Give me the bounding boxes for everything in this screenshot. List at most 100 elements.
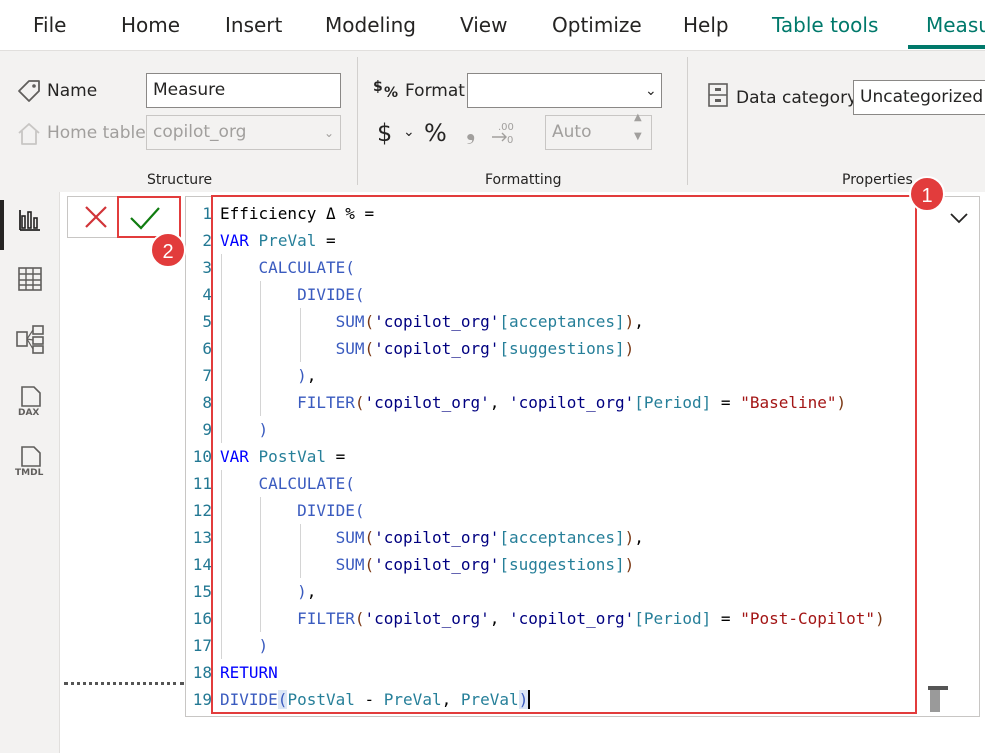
measure-name: Efficiency Δ % =	[220, 204, 375, 223]
home-table-select[interactable]: copilot_org	[146, 115, 341, 150]
line-number: 17	[192, 636, 212, 655]
report-view-icon[interactable]	[14, 204, 46, 236]
variable-name: PostVal	[287, 690, 355, 709]
line-number: 15	[192, 582, 212, 601]
tmdl-view-icon[interactable]: TMDL	[14, 444, 46, 478]
code-line: CALCULATE(	[258, 258, 355, 277]
svg-text:0: 0	[507, 135, 513, 145]
column-ref: [acceptances]	[499, 312, 625, 331]
string-literal: "Post-Copilot"	[740, 609, 876, 628]
function-name: SUM	[335, 339, 365, 358]
line-number: 3	[202, 258, 212, 277]
line-number: 19	[192, 690, 212, 709]
code-line: Efficiency Δ % =	[220, 204, 374, 223]
menu-optimize[interactable]: Optimize	[552, 13, 642, 37]
table-view-icon[interactable]	[14, 263, 46, 295]
dotted-divider	[64, 682, 184, 685]
chevron-down-icon: ⌄	[324, 126, 335, 140]
resize-handle-icon[interactable]	[928, 686, 948, 712]
code-line: VAR PostVal =	[220, 447, 345, 466]
tmdl-label: TMDL	[15, 468, 44, 478]
data-category-select[interactable]: Uncategorized	[853, 80, 985, 115]
model-view-icon[interactable]	[14, 323, 46, 355]
name-input[interactable]: Measure	[146, 73, 341, 108]
home-table-label: Home table	[47, 123, 146, 143]
menu-insert[interactable]: Insert	[225, 13, 282, 37]
table-ref: 'copilot_org'	[374, 312, 500, 331]
svg-text:$: $	[373, 79, 383, 95]
decrement-icon[interactable]: ▼	[634, 131, 642, 142]
code-line: FILTER('copilot_org', 'copilot_org'[Peri…	[297, 393, 847, 412]
column-ref: [suggestions]	[499, 555, 625, 574]
function-name: CALCULATE	[258, 258, 346, 277]
code-line: VAR PreVal =	[220, 231, 336, 250]
function-name: SUM	[335, 312, 365, 331]
code-line: RETURN	[220, 663, 278, 682]
line-number: 14	[192, 555, 212, 574]
cancel-button[interactable]	[68, 197, 124, 237]
collapse-formula-bar-icon[interactable]	[948, 210, 970, 229]
line-number: 10	[192, 447, 212, 466]
line-number: 6	[202, 339, 212, 358]
table-ref: 'copilot_org'	[374, 339, 500, 358]
comma-style-button[interactable]: ❟	[466, 117, 475, 145]
line-number: 18	[192, 663, 212, 682]
function-name: DIVIDE	[297, 501, 355, 520]
function-name: FILTER	[297, 393, 355, 412]
string-literal: "Baseline"	[740, 393, 837, 412]
line-number: 1	[202, 204, 212, 223]
menu-measure-tools[interactable]: Measu	[926, 13, 985, 37]
table-ref: 'copilot_org'	[509, 393, 635, 412]
menu-bar: File Home Insert Modeling View Optimize …	[0, 0, 985, 50]
menu-view[interactable]: View	[460, 13, 507, 37]
code-line: SUM('copilot_org'[acceptances]),	[335, 312, 644, 331]
code-line: )	[258, 420, 269, 439]
code-line: SUM('copilot_org'[suggestions])	[335, 339, 635, 358]
code-line: SUM('copilot_org'[suggestions])	[335, 555, 635, 574]
column-ref: [Period]	[634, 393, 712, 412]
code-line: SUM('copilot_org'[acceptances]),	[335, 528, 644, 547]
code-line: CALCULATE(	[258, 474, 355, 493]
increment-icon[interactable]: ▲	[634, 112, 642, 123]
callout-badge-2: 2	[150, 232, 186, 268]
dax-query-view-icon[interactable]: DAX	[14, 384, 46, 418]
menu-modeling[interactable]: Modeling	[325, 13, 416, 37]
code-line: DIVIDE(	[297, 501, 365, 520]
active-view-indicator	[0, 200, 4, 250]
name-label: Name	[47, 81, 98, 101]
function-name: DIVIDE	[220, 690, 278, 709]
table-ref: 'copilot_org'	[374, 555, 500, 574]
variable-name: PostVal	[258, 447, 326, 466]
svg-text:%: %	[384, 85, 398, 101]
menu-home[interactable]: Home	[121, 13, 180, 37]
format-icon: $%	[372, 77, 400, 107]
formatting-group-label: Formatting	[485, 172, 562, 188]
view-sidebar: DAX TMDL	[0, 192, 60, 753]
format-label: Format	[405, 81, 465, 101]
line-number: 9	[202, 420, 212, 439]
decrease-decimal-icon[interactable]: .00 0	[490, 119, 518, 149]
percent-button[interactable]: %	[424, 119, 447, 147]
function-name: DIVIDE	[297, 285, 355, 304]
function-name: SUM	[335, 528, 365, 547]
line-number: 2	[202, 231, 212, 250]
svg-text:.00: .00	[498, 122, 514, 133]
menu-table-tools[interactable]: Table tools	[772, 13, 878, 37]
keyword: VAR	[220, 231, 249, 250]
function-name: CALCULATE	[258, 474, 346, 493]
line-number: 11	[192, 474, 212, 493]
currency-dropdown-icon[interactable]: ⌄	[403, 124, 415, 140]
table-ref: 'copilot_org'	[364, 609, 490, 628]
column-ref: [suggestions]	[499, 339, 625, 358]
menu-file[interactable]: File	[33, 13, 66, 37]
line-number: 13	[192, 528, 212, 547]
code-line: ),	[297, 366, 317, 385]
code-line: DIVIDE(	[297, 285, 365, 304]
separator	[357, 57, 358, 185]
operator: =	[325, 447, 346, 466]
line-number: 7	[202, 366, 212, 385]
menu-help[interactable]: Help	[683, 13, 729, 37]
table-ref: 'copilot_org'	[509, 609, 635, 628]
currency-button[interactable]: $	[377, 119, 392, 147]
format-select[interactable]	[467, 73, 662, 108]
